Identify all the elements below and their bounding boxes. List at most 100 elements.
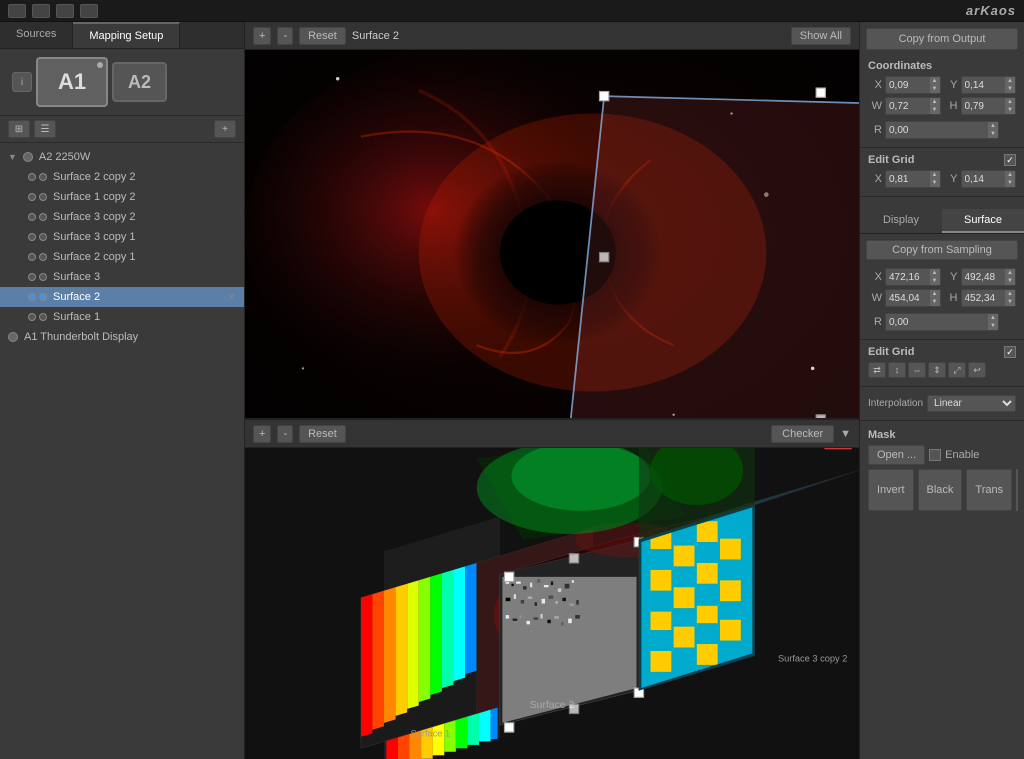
bw-spin-down[interactable]: ▼ (930, 298, 940, 306)
by-spin-down[interactable]: ▼ (1005, 277, 1015, 285)
bottom-viewport-canvas[interactable]: Surface 2 (245, 448, 859, 759)
layer-item-surface-copy1-3[interactable]: Surface 3 copy 1 (0, 227, 244, 247)
eg-y-input[interactable] (962, 174, 1006, 185)
r-input[interactable] (886, 125, 988, 136)
h-spin[interactable]: ▲ ▼ (1005, 98, 1015, 114)
tab-mapping[interactable]: Mapping Setup (73, 22, 180, 48)
x-spin-up[interactable]: ▲ (930, 77, 940, 85)
tools-icon-3[interactable] (80, 4, 98, 18)
br-input[interactable] (886, 317, 988, 328)
h-input[interactable] (962, 101, 1006, 112)
tab-sources[interactable]: Sources (0, 22, 73, 48)
tab-surface[interactable]: Surface (942, 209, 1024, 233)
w-spin-up[interactable]: ▲ (930, 98, 940, 106)
eg-y-spin-up[interactable]: ▲ (1005, 171, 1015, 179)
mask-enable-checkbox[interactable] (929, 449, 941, 461)
by-spin[interactable]: ▲ ▼ (1005, 269, 1015, 285)
source-card-a1[interactable]: A1 (36, 57, 108, 107)
show-all-btn[interactable]: Show All (791, 27, 851, 45)
eg-tool-3[interactable]: ⇔ (908, 362, 926, 378)
eg-tool-4[interactable]: ⇕ (928, 362, 946, 378)
layer-item-surface-3[interactable]: Surface 3 (0, 267, 244, 287)
bw-input[interactable] (886, 293, 930, 304)
trans-btn[interactable]: Trans (966, 469, 1012, 511)
eg-x-input[interactable] (886, 174, 930, 185)
open-mask-btn[interactable]: Open ... (868, 445, 925, 465)
eg-x-spin-down[interactable]: ▼ (930, 179, 940, 187)
bh-spin[interactable]: ▲ ▼ (1005, 290, 1015, 306)
layer-item-surface-copy2-1[interactable]: Surface 1 copy 2 (0, 187, 244, 207)
interpolation-select[interactable]: Linear (927, 395, 1016, 412)
br-spin-up[interactable]: ▲ (988, 314, 998, 322)
bx-spin-down[interactable]: ▼ (930, 277, 940, 285)
layer-item-surface-1[interactable]: Surface 1 (0, 307, 244, 327)
eg-tool-2[interactable]: ↕ (888, 362, 906, 378)
top-reset-btn[interactable]: Reset (299, 27, 346, 45)
y-spin[interactable]: ▲ ▼ (1005, 77, 1015, 93)
bx-spin-up[interactable]: ▲ (930, 269, 940, 277)
w-spin-down[interactable]: ▼ (930, 106, 940, 114)
br-spin[interactable]: ▲ ▼ (988, 314, 998, 330)
invert-btn[interactable]: Invert (868, 469, 914, 511)
copy-from-output-btn[interactable]: Copy from Output (866, 28, 1018, 50)
y-input[interactable] (962, 80, 1006, 91)
by-spin-up[interactable]: ▲ (1005, 269, 1015, 277)
bottom-zoom-plus-btn[interactable]: + (253, 425, 271, 443)
r-spin-down[interactable]: ▼ (988, 130, 998, 138)
eg-x-spin[interactable]: ▲ ▼ (930, 171, 940, 187)
top-zoom-minus-btn[interactable]: - (277, 27, 293, 45)
y-spin-up[interactable]: ▲ (1005, 77, 1015, 85)
bottom-edit-grid-checkbox[interactable] (1004, 346, 1016, 358)
r-spin[interactable]: ▲ ▼ (988, 122, 998, 138)
bh-spin-down[interactable]: ▼ (1005, 298, 1015, 306)
bw-spin[interactable]: ▲ ▼ (930, 290, 940, 306)
tools-icon-1[interactable] (32, 4, 50, 18)
bh-spin-up[interactable]: ▲ (1005, 290, 1015, 298)
h-spin-down[interactable]: ▼ (1005, 106, 1015, 114)
layer-list-btn[interactable]: ☰ (34, 120, 56, 138)
eg-tool-6[interactable]: ↩ (968, 362, 986, 378)
top-viewport-canvas[interactable]: REC (245, 50, 859, 420)
eg-tool-1[interactable]: ⇄ (868, 362, 886, 378)
layer-add-btn[interactable]: ⊞ (8, 120, 30, 138)
eg-x-spin-up[interactable]: ▲ (930, 171, 940, 179)
layer-item-surface-copy1-2[interactable]: Surface 2 copy 1 (0, 247, 244, 267)
black-btn[interactable]: Black (918, 469, 963, 511)
tab-display[interactable]: Display (860, 209, 942, 233)
bh-input[interactable] (962, 293, 1006, 304)
eg-y-spin-down[interactable]: ▼ (1005, 179, 1015, 187)
x-input[interactable] (886, 80, 930, 91)
info-button[interactable]: i (12, 72, 32, 92)
source-card-a2[interactable]: A2 (112, 62, 167, 102)
y-spin-down[interactable]: ▼ (1005, 85, 1015, 93)
bx-spin[interactable]: ▲ ▼ (930, 269, 940, 285)
tree-group-a1[interactable]: A1 Thunderbolt Display (0, 327, 244, 347)
x-spin-down[interactable]: ▼ (930, 85, 940, 93)
br-spin-down[interactable]: ▼ (988, 322, 998, 330)
eg-tool-5[interactable]: ⤢ (948, 362, 966, 378)
r-spin-up[interactable]: ▲ (988, 122, 998, 130)
by-input[interactable] (962, 272, 1006, 283)
checker-dropdown-arrow[interactable]: ▼ (840, 428, 851, 440)
tree-group-a2[interactable]: ▼ A2 2250W (0, 147, 244, 167)
layer-item-surface-2[interactable]: Surface 2 ✕ (0, 287, 244, 307)
eg-y-spin[interactable]: ▲ ▼ (1005, 171, 1015, 187)
top-zoom-plus-btn[interactable]: + (253, 27, 271, 45)
h-spin-up[interactable]: ▲ (1005, 98, 1015, 106)
checker-btn[interactable]: Checker (771, 425, 834, 443)
bx-input[interactable] (886, 272, 930, 283)
edit-grid-checkbox[interactable] (1004, 154, 1016, 166)
w-spin[interactable]: ▲ ▼ (930, 98, 940, 114)
layer-item-surface-copy2-2[interactable]: Surface 2 copy 2 (0, 167, 244, 187)
tools-icon-2[interactable] (56, 4, 74, 18)
layer-add-item-btn[interactable]: + (214, 120, 236, 138)
w-input[interactable] (886, 101, 930, 112)
copy-from-sampling-btn[interactable]: Copy from Sampling (866, 240, 1018, 260)
bottom-zoom-minus-btn[interactable]: - (277, 425, 293, 443)
bw-spin-up[interactable]: ▲ (930, 290, 940, 298)
bottom-reset-btn[interactable]: Reset (299, 425, 346, 443)
x-spin[interactable]: ▲ ▼ (930, 77, 940, 93)
window-controls-icon[interactable] (8, 4, 26, 18)
close-surface2-icon[interactable]: ✕ (228, 292, 236, 303)
layer-item-surface-copy2-3[interactable]: Surface 3 copy 2 (0, 207, 244, 227)
